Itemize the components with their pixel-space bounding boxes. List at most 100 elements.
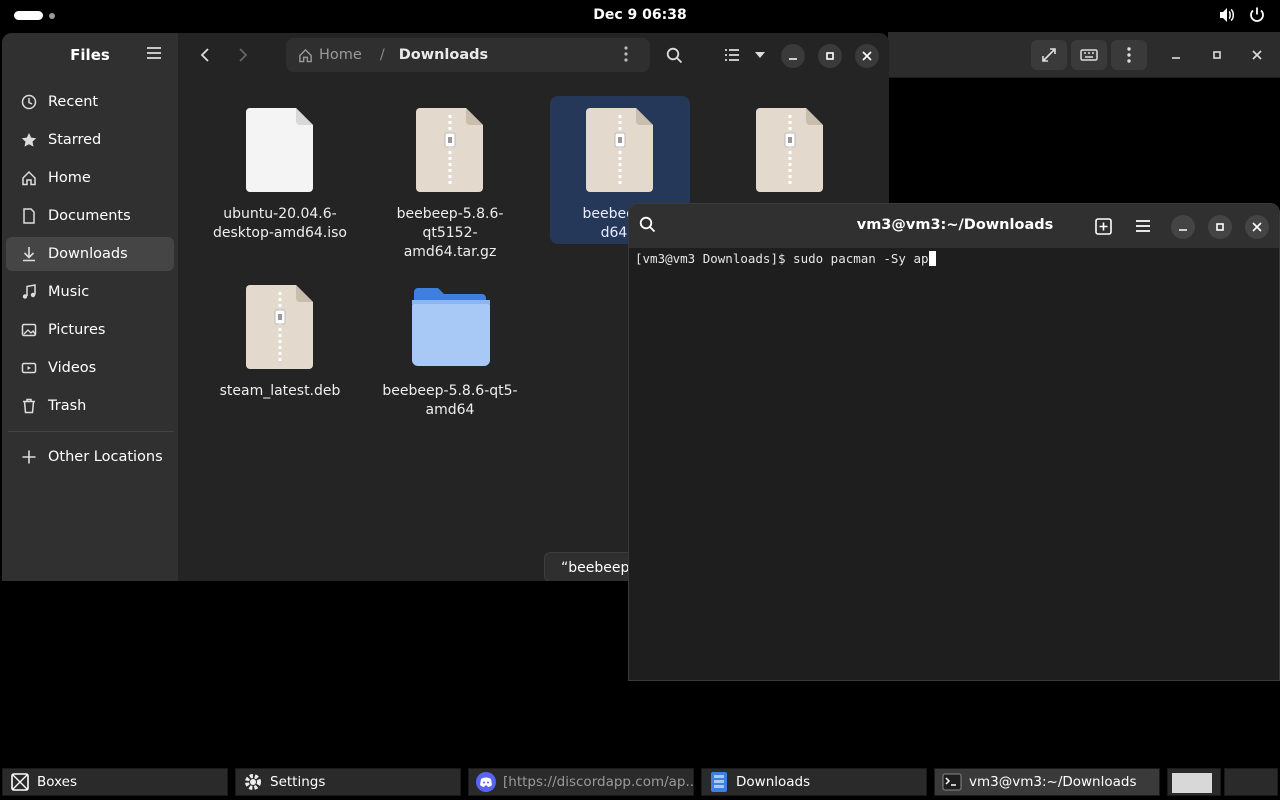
- taskbar: Boxes Settings [https://discordapp.com/a…: [0, 766, 1280, 800]
- terminal-search-button[interactable]: [639, 216, 656, 237]
- sidebar-item-label: Pictures: [48, 322, 106, 338]
- file-thumbnail: [210, 280, 350, 374]
- viewer-close-button[interactable]: [1246, 44, 1268, 66]
- sidebar-item-other-locations[interactable]: Other Locations: [6, 440, 174, 474]
- sidebar-item-label: Documents: [48, 208, 131, 224]
- terminal-minimize-button[interactable]: [1171, 215, 1195, 239]
- taskbar-item-boxes[interactable]: Boxes: [2, 768, 228, 796]
- top-bar: Dec 9 06:38: [0, 0, 1280, 32]
- file-name: beebeep-5.8.6- qt5152- amd64.tar.gz: [396, 206, 504, 260]
- keyboard-button[interactable]: [1071, 40, 1107, 70]
- workspace-thumbnail-1[interactable]: [1167, 768, 1221, 796]
- view-options-button[interactable]: [750, 42, 770, 68]
- workspace-thumbnail-2[interactable]: [1224, 768, 1278, 796]
- sidebar-item-starred[interactable]: Starred: [6, 123, 174, 157]
- taskbar-item-files[interactable]: Downloads: [701, 768, 927, 796]
- sidebar-item-pictures[interactable]: Pictures: [6, 313, 174, 347]
- terminal-close-button[interactable]: [1245, 215, 1269, 239]
- close-icon: [1252, 222, 1262, 232]
- disc-image-file-icon: [246, 108, 313, 192]
- maximize-icon: [826, 52, 834, 60]
- trash-icon: [20, 397, 38, 415]
- file-name: beebeep-5.8.6-qt5- amd64: [382, 383, 518, 418]
- activities-button[interactable]: [14, 11, 55, 20]
- sidebar-item-trash[interactable]: Trash: [6, 389, 174, 423]
- sidebar-item-recent[interactable]: Recent: [6, 85, 174, 119]
- new-tab-icon: [1094, 217, 1112, 235]
- boxes-viewer-toolbar: [888, 32, 1280, 78]
- files-minimize-button[interactable]: [781, 44, 805, 68]
- sidebar-item-documents[interactable]: Documents: [6, 199, 174, 233]
- workspace-indicator-active: [14, 11, 43, 20]
- file-thumbnail: [380, 103, 520, 197]
- forward-button[interactable]: [228, 41, 258, 69]
- file-item[interactable]: [720, 103, 860, 205]
- file-item[interactable]: ubuntu-20.04.6- desktop-amd64.iso: [210, 103, 350, 243]
- sidebar-item-label: Starred: [48, 132, 102, 148]
- folder-icon: [412, 288, 490, 366]
- terminal-window: vm3@vm3:~/Downloads [vm3@vm3 Downloads]$…: [628, 203, 1280, 681]
- close-icon: [862, 51, 872, 61]
- search-icon: [639, 216, 656, 233]
- files-close-button[interactable]: [855, 44, 879, 68]
- chevron-down-icon: [755, 52, 765, 58]
- archive-file-icon: [756, 108, 823, 192]
- star-icon: [20, 131, 38, 149]
- archive-file-icon: [586, 108, 653, 192]
- fullscreen-button[interactable]: [1031, 40, 1067, 70]
- file-item[interactable]: beebeep-5.8.6- qt5152- amd64.tar.gz: [380, 103, 520, 262]
- search-icon: [666, 47, 682, 63]
- path-menu-button[interactable]: [624, 46, 640, 64]
- document-icon: [20, 207, 38, 225]
- sidebar-item-videos[interactable]: Videos: [6, 351, 174, 385]
- breadcrumb-home[interactable]: Home: [286, 47, 362, 63]
- plus-icon: [20, 448, 38, 466]
- search-button[interactable]: [662, 42, 686, 68]
- breadcrumb-home-label: Home: [319, 47, 362, 63]
- viewer-menu-button[interactable]: [1111, 40, 1147, 70]
- folder-item[interactable]: beebeep-5.8.6-qt5- amd64: [380, 280, 520, 420]
- view-toggle-button[interactable]: [720, 42, 744, 68]
- taskbar-item-terminal[interactable]: vm3@vm3:~/Downloads: [934, 768, 1160, 796]
- volume-icon: [1218, 6, 1236, 28]
- sidebar-item-music[interactable]: Music: [6, 275, 174, 309]
- sidebar-title: Files: [70, 46, 110, 64]
- sidebar-divider: [8, 431, 174, 432]
- text-cursor: [928, 251, 936, 266]
- file-item[interactable]: steam_latest.deb: [210, 280, 350, 401]
- sidebar-header: Files: [2, 33, 178, 77]
- hamburger-icon: [147, 47, 161, 59]
- terminal-maximize-button[interactable]: [1208, 215, 1232, 239]
- taskbar-item-discord[interactable]: [https://discordapp.com/ap...: [468, 768, 694, 796]
- viewer-maximize-button[interactable]: [1206, 44, 1228, 66]
- system-menu[interactable]: [1218, 6, 1266, 28]
- workspace-indicator: [49, 12, 55, 19]
- more-icon: [1127, 47, 1131, 63]
- files-maximize-button[interactable]: [818, 44, 842, 68]
- terminal-output[interactable]: [vm3@vm3 Downloads]$ sudo pacman -Sy ap: [635, 251, 936, 266]
- sidebar-item-label: Videos: [48, 360, 97, 376]
- chevron-left-icon: [200, 48, 209, 62]
- file-thumbnail: [550, 103, 690, 197]
- sidebar-item-home[interactable]: Home: [6, 161, 174, 195]
- back-button[interactable]: [190, 41, 220, 69]
- archive-file-icon: [416, 108, 483, 192]
- viewer-minimize-button[interactable]: [1165, 44, 1187, 66]
- taskbar-item-label: vm3@vm3:~/Downloads: [969, 774, 1137, 790]
- download-icon: [20, 245, 38, 263]
- file-name: ubuntu-20.04.6- desktop-amd64.iso: [212, 206, 347, 241]
- clock[interactable]: Dec 9 06:38: [593, 7, 686, 23]
- header-bar: Home / Downloads: [178, 33, 889, 77]
- picture-icon: [20, 321, 38, 339]
- breadcrumb-current[interactable]: Downloads: [399, 47, 488, 63]
- close-icon: [1252, 50, 1262, 60]
- sidebar-item-label: Home: [48, 170, 91, 186]
- new-tab-button[interactable]: [1092, 215, 1114, 237]
- keyboard-icon: [1080, 49, 1098, 61]
- taskbar-item-settings[interactable]: Settings: [235, 768, 461, 796]
- file-name: steam_latest.deb: [219, 383, 341, 399]
- main-menu-button[interactable]: [146, 45, 166, 65]
- minimize-icon: [1172, 57, 1180, 59]
- sidebar-item-downloads[interactable]: Downloads: [6, 237, 174, 271]
- terminal-menu-button[interactable]: [1132, 215, 1154, 237]
